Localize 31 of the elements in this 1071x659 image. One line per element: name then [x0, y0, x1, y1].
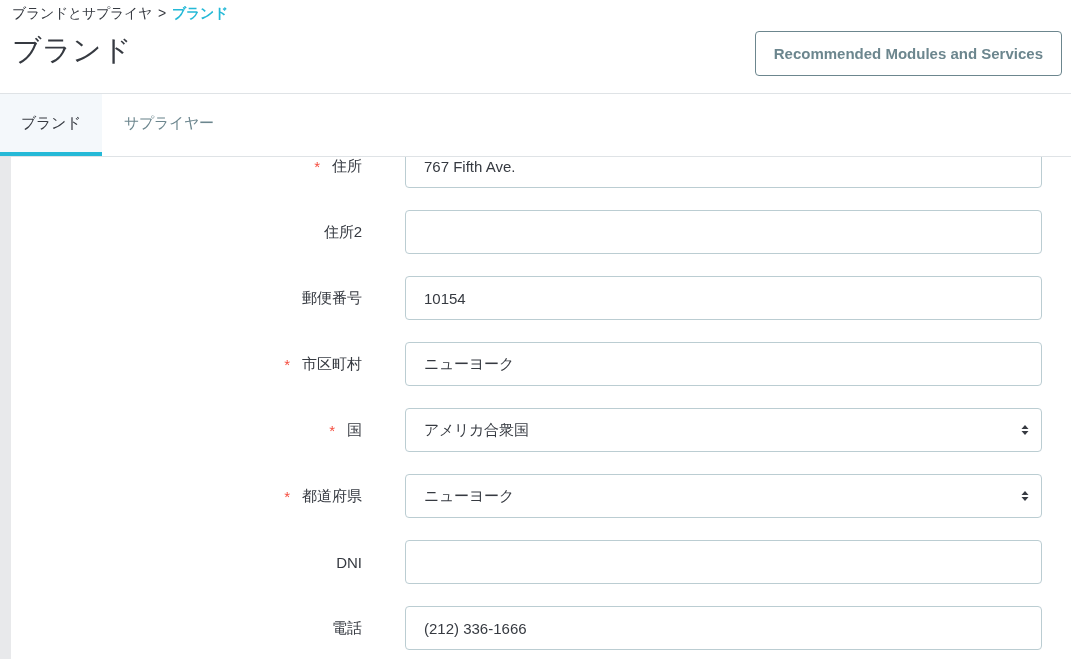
breadcrumb-current: ブランド: [172, 5, 229, 23]
required-asterisk: *: [284, 487, 290, 505]
tab[interactable]: ブランド: [0, 94, 102, 156]
field-label: 電話: [332, 618, 362, 638]
sort-arrows-icon: [1021, 424, 1029, 436]
select-field[interactable]: アメリカ合衆国: [405, 408, 1042, 452]
input-field[interactable]: 10154: [405, 276, 1042, 320]
breadcrumb-link[interactable]: ブランドとサプライヤ: [12, 5, 152, 23]
input-field[interactable]: (212) 336-1666: [405, 606, 1042, 650]
select-field[interactable]: ニューヨーク: [405, 474, 1042, 518]
required-asterisk: *: [314, 157, 320, 175]
sort-arrows-icon: [1021, 490, 1029, 502]
field-label: 国: [347, 420, 362, 440]
select-value: アメリカ合衆国: [424, 420, 529, 440]
tab[interactable]: サプライヤー: [102, 94, 236, 156]
field-label: 都道府県: [302, 486, 362, 506]
input-field[interactable]: [405, 210, 1042, 254]
field-label: 住所: [332, 157, 362, 176]
required-asterisk: *: [329, 421, 335, 439]
select-value: ニューヨーク: [424, 486, 514, 506]
page-title: ブランド: [12, 33, 133, 68]
field-label: 市区町村: [302, 354, 362, 374]
input-field[interactable]: 767 Fifth Ave.: [405, 157, 1042, 188]
breadcrumb-separator: >: [158, 5, 167, 23]
input-field[interactable]: ニューヨーク: [405, 342, 1042, 386]
input-field[interactable]: [405, 540, 1042, 584]
field-label: 郵便番号: [302, 288, 362, 308]
required-asterisk: *: [284, 355, 290, 373]
field-label: DNI: [336, 553, 362, 571]
field-label: 住所2: [323, 222, 362, 242]
recommended-modules-button[interactable]: Recommended Modules and Services: [754, 31, 1062, 76]
